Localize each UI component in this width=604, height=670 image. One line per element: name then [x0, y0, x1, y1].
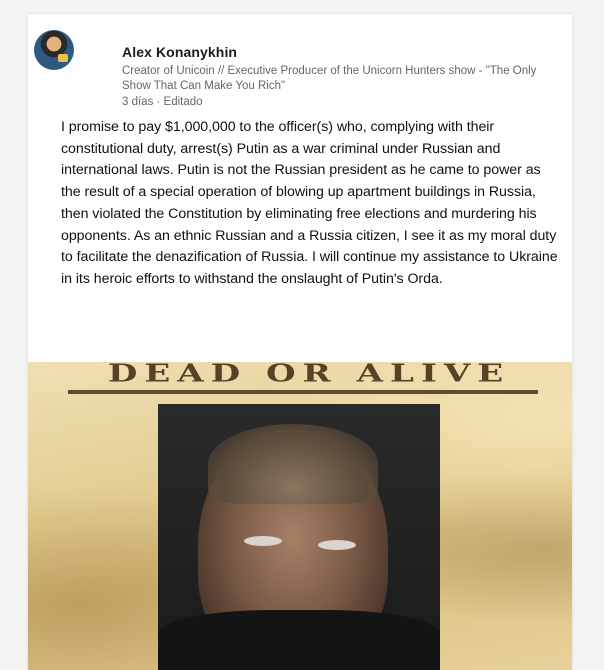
avatar-badge [58, 54, 68, 62]
portrait-photo [158, 404, 440, 670]
post-text: I promise to pay $1,000,000 to the offic… [61, 119, 558, 287]
poster-heading: DEAD OR ALIVE [107, 362, 511, 388]
post-image[interactable]: DEAD OR ALIVE [28, 362, 572, 670]
hair [208, 424, 378, 504]
author-name[interactable]: Alex Konanykhin [122, 44, 237, 60]
poster-rule [68, 390, 538, 394]
shoulders [158, 610, 440, 670]
author-avatar-wrap[interactable] [34, 30, 74, 70]
avatar[interactable] [34, 30, 74, 70]
post-meta: 3 días · Editado [122, 96, 203, 108]
right-eye [318, 540, 356, 550]
author-headline: Creator of Unicoin // Executive Producer… [122, 65, 537, 92]
left-eye [244, 536, 282, 546]
